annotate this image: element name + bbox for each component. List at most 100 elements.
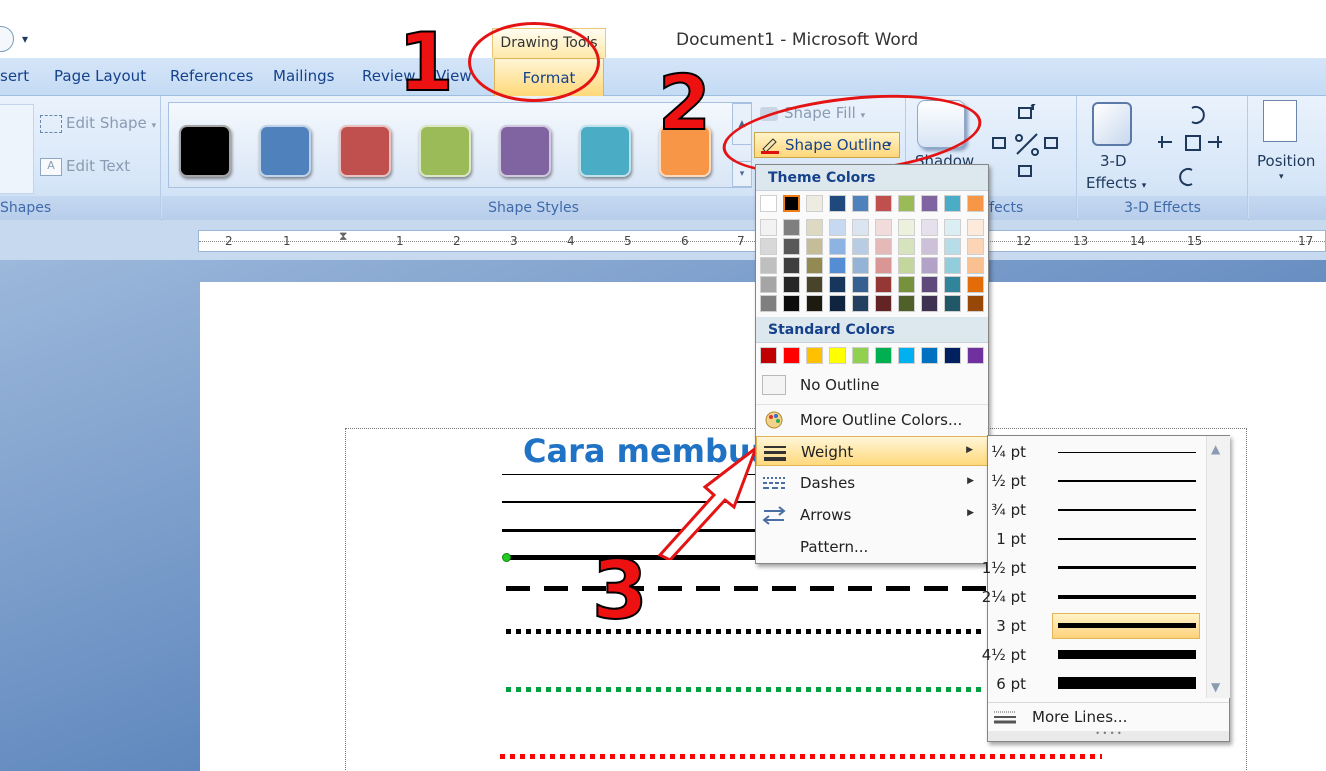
weight-scrollbar[interactable]: ▲ ▼ <box>1206 436 1230 698</box>
theme-shade-swatch[interactable] <box>967 257 984 274</box>
theme-color-swatch[interactable] <box>760 195 777 212</box>
weight-option[interactable]: ¼ pt <box>988 438 1208 467</box>
theme-shade-swatch[interactable] <box>967 219 984 236</box>
theme-shade-swatch[interactable] <box>944 238 961 255</box>
theme-shade-swatch[interactable] <box>852 257 869 274</box>
style-swatch-blue[interactable] <box>259 125 311 177</box>
theme-shade-swatch[interactable] <box>875 257 892 274</box>
tab-mailings[interactable]: Mailings <box>273 67 334 85</box>
weight-option[interactable]: 2¼ pt <box>982 583 1208 612</box>
theme-shade-swatch[interactable] <box>760 219 777 236</box>
weight-option[interactable]: 1 pt <box>988 525 1208 554</box>
quick-access-customize-icon[interactable]: ▾ <box>22 32 28 46</box>
style-swatch-aqua[interactable] <box>579 125 631 177</box>
theme-shade-swatch[interactable] <box>829 257 846 274</box>
sample-line-dashed[interactable] <box>506 586 986 591</box>
theme-shade-swatch[interactable] <box>783 257 800 274</box>
theme-shade-swatch[interactable] <box>967 276 984 293</box>
weight-option[interactable]: ½ pt <box>988 467 1208 496</box>
shadow-nudge-icons[interactable] <box>987 103 1067 184</box>
weight-item[interactable]: Weight ▶ <box>756 436 988 466</box>
office-button[interactable] <box>0 26 14 52</box>
scroll-up-icon[interactable]: ▲ <box>1211 442 1220 456</box>
theme-shade-swatch[interactable] <box>852 238 869 255</box>
edit-shape-button[interactable]: Edit Shape ▾ <box>40 114 156 133</box>
position-button-label[interactable]: Position <box>1257 152 1315 170</box>
theme-shade-swatch[interactable] <box>806 219 823 236</box>
theme-shade-swatch[interactable] <box>783 295 800 312</box>
sample-line-green-dotted[interactable] <box>506 687 986 692</box>
theme-shade-swatch[interactable] <box>806 295 823 312</box>
theme-color-swatch[interactable] <box>829 195 846 212</box>
theme-shade-swatch[interactable] <box>760 257 777 274</box>
standard-color-swatch[interactable] <box>783 347 800 364</box>
theme-shade-swatch[interactable] <box>944 219 961 236</box>
resize-grip-icon[interactable]: • • • • <box>988 730 1229 741</box>
theme-shade-swatch[interactable] <box>875 295 892 312</box>
standard-color-swatch[interactable] <box>944 347 961 364</box>
theme-shade-swatch[interactable] <box>783 219 800 236</box>
line-endpoint-handle[interactable] <box>502 553 511 562</box>
indent-marker-icon[interactable]: ⧗ <box>339 229 347 244</box>
theme-color-swatch[interactable] <box>875 195 892 212</box>
theme-shade-swatch[interactable] <box>921 219 938 236</box>
theme-shade-swatch[interactable] <box>898 257 915 274</box>
more-outline-colors-item[interactable]: More Outline Colors... <box>756 404 988 434</box>
theme-color-swatch[interactable] <box>967 195 984 212</box>
theme-shade-swatch[interactable] <box>921 295 938 312</box>
sample-line-dotted[interactable] <box>506 629 986 634</box>
standard-color-swatch[interactable] <box>806 347 823 364</box>
theme-shade-swatch[interactable] <box>944 257 961 274</box>
theme-shade-swatch[interactable] <box>875 238 892 255</box>
theme-shade-swatch[interactable] <box>967 295 984 312</box>
weight-option[interactable]: ¾ pt <box>988 496 1208 525</box>
theme-color-swatch[interactable] <box>944 195 961 212</box>
theme-shade-swatch[interactable] <box>852 219 869 236</box>
theme-shade-swatch[interactable] <box>898 295 915 312</box>
more-lines-item[interactable]: More Lines... <box>988 702 1229 732</box>
theme-shade-swatch[interactable] <box>898 219 915 236</box>
standard-color-swatch[interactable] <box>875 347 892 364</box>
theme-shade-swatch[interactable] <box>921 257 938 274</box>
standard-color-swatch[interactable] <box>921 347 938 364</box>
scroll-down-icon[interactable]: ▼ <box>1211 680 1220 694</box>
theme-shade-swatch[interactable] <box>944 276 961 293</box>
theme-shade-swatch[interactable] <box>921 238 938 255</box>
theme-shade-swatch[interactable] <box>760 295 777 312</box>
theme-color-swatch[interactable] <box>806 195 823 212</box>
style-swatch-black[interactable] <box>179 125 231 177</box>
theme-shade-swatch[interactable] <box>806 238 823 255</box>
theme-shade-swatch[interactable] <box>921 276 938 293</box>
three-d-button-label[interactable]: 3-D <box>1100 152 1127 170</box>
theme-shade-swatch[interactable] <box>783 238 800 255</box>
theme-shade-swatch[interactable] <box>898 238 915 255</box>
sample-line-red-dotted[interactable] <box>500 754 1102 759</box>
pattern-item[interactable]: Pattern... <box>756 532 988 562</box>
style-swatch-purple[interactable] <box>499 125 551 177</box>
style-swatch-green[interactable] <box>419 125 471 177</box>
theme-shade-swatch[interactable] <box>829 219 846 236</box>
tab-references[interactable]: References <box>170 67 253 85</box>
dashes-item[interactable]: Dashes ▶ <box>756 468 988 498</box>
tab-insert[interactable]: sert <box>0 67 29 85</box>
theme-shade-swatch[interactable] <box>760 276 777 293</box>
theme-color-swatch[interactable] <box>783 195 800 212</box>
theme-shade-swatch[interactable] <box>760 238 777 255</box>
tilt-icons[interactable] <box>1154 100 1244 190</box>
position-dropdown-icon[interactable]: ▾ <box>1279 172 1284 182</box>
theme-shade-swatch[interactable] <box>806 276 823 293</box>
three-d-button-label-2[interactable]: Effects ▾ <box>1086 174 1146 192</box>
weight-option[interactable]: 1½ pt <box>982 554 1208 583</box>
weight-option[interactable]: 4½ pt <box>982 641 1208 670</box>
theme-shade-swatch[interactable] <box>829 238 846 255</box>
theme-color-swatch[interactable] <box>852 195 869 212</box>
theme-shade-swatch[interactable] <box>852 276 869 293</box>
standard-color-swatch[interactable] <box>760 347 777 364</box>
three-d-icon[interactable] <box>1092 102 1132 146</box>
theme-shade-swatch[interactable] <box>944 295 961 312</box>
theme-shade-swatch[interactable] <box>967 238 984 255</box>
shapes-gallery[interactable] <box>0 104 34 194</box>
theme-shade-swatch[interactable] <box>829 295 846 312</box>
theme-color-swatch[interactable] <box>898 195 915 212</box>
theme-color-swatch[interactable] <box>921 195 938 212</box>
